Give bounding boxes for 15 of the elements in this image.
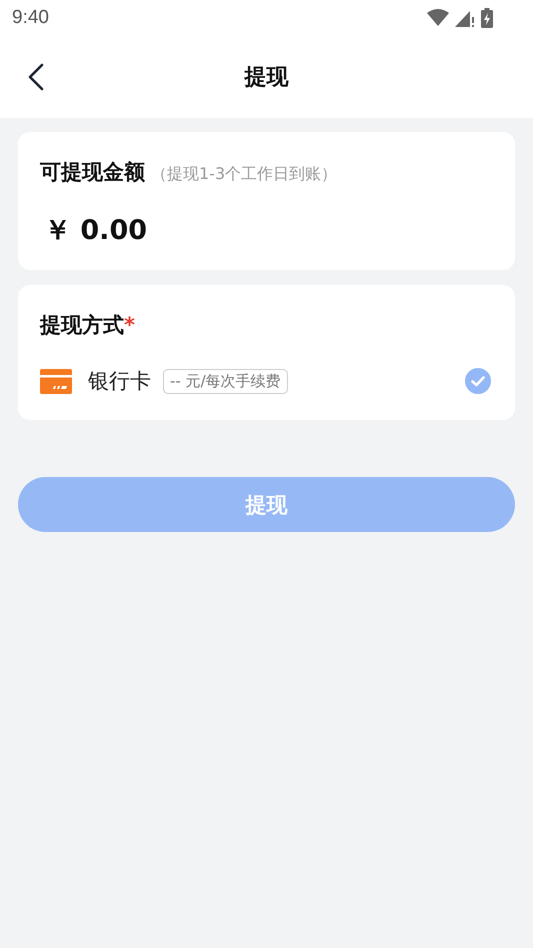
back-icon[interactable] <box>28 63 44 91</box>
page-title: 提现 <box>244 64 288 92</box>
fee-tag: -- 元/每次手续费 <box>163 368 288 394</box>
wifi-icon <box>427 9 449 27</box>
balance-label: 可提现金额 <box>40 159 145 186</box>
required-mark: * <box>124 313 135 337</box>
method-label: 提现方式 <box>40 312 124 339</box>
check-icon[interactable] <box>465 368 491 394</box>
status-time: 9:40 <box>12 7 49 29</box>
balance-amount: ￥ 0.00 <box>44 214 148 248</box>
bank-card-icon <box>40 368 72 394</box>
option-name[interactable]: 银行卡 <box>88 367 151 395</box>
battery-icon <box>481 8 493 28</box>
signal-icon <box>455 9 475 27</box>
arrival-note: （提现1-3个工作日到账） <box>151 164 338 185</box>
